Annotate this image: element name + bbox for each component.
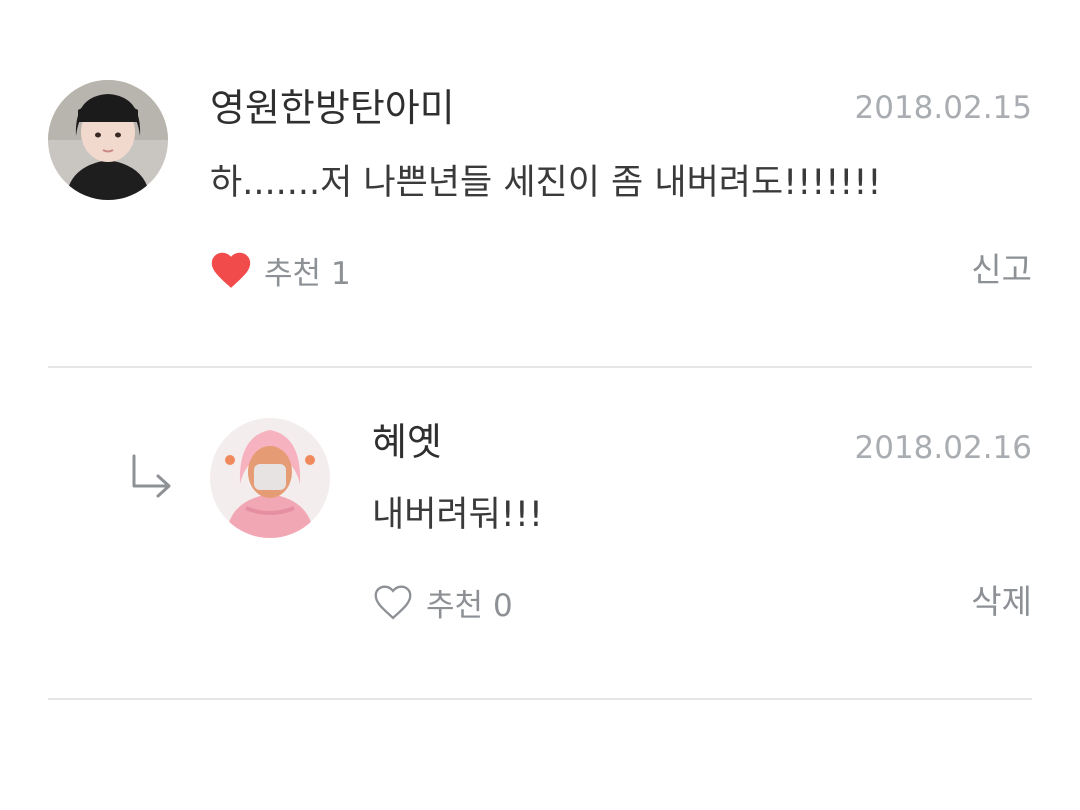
like-text: 추천 1 — [264, 248, 351, 293]
delete-button[interactable]: 삭제 — [971, 580, 1032, 624]
heart-filled-icon — [211, 252, 251, 288]
heart-outline-icon — [374, 585, 412, 620]
comment-author[interactable]: 혜옛 — [372, 420, 442, 464]
like-label: 추천 — [264, 255, 322, 292]
like-count: 0 — [493, 587, 513, 624]
user-avatar[interactable] — [210, 418, 330, 538]
comment-item: 영원한방탄아미 2018.02.15 하.......저 나쁜년들 세진이 좀 … — [0, 0, 1080, 368]
avatar-photo — [48, 80, 168, 200]
comment-date: 2018.02.15 — [854, 90, 1033, 126]
like-button[interactable]: 추천 1 — [208, 245, 351, 295]
divider — [48, 698, 1032, 700]
avatar-photo — [210, 418, 330, 538]
comment-text: 내버려둬!!! — [372, 495, 543, 535]
like-text: 추천 0 — [426, 580, 513, 625]
like-count: 1 — [331, 255, 351, 292]
comment-text: 하.......저 나쁜년들 세진이 좀 내버려도!!!!!!! — [210, 163, 882, 203]
comment-date: 2018.02.16 — [854, 430, 1033, 466]
reply-arrow-icon — [132, 454, 171, 498]
comment-author[interactable]: 영원한방탄아미 — [210, 86, 455, 130]
user-avatar[interactable] — [48, 80, 168, 200]
like-label: 추천 — [426, 587, 484, 624]
like-button[interactable]: 추천 0 — [370, 577, 513, 627]
report-button[interactable]: 신고 — [971, 248, 1032, 292]
